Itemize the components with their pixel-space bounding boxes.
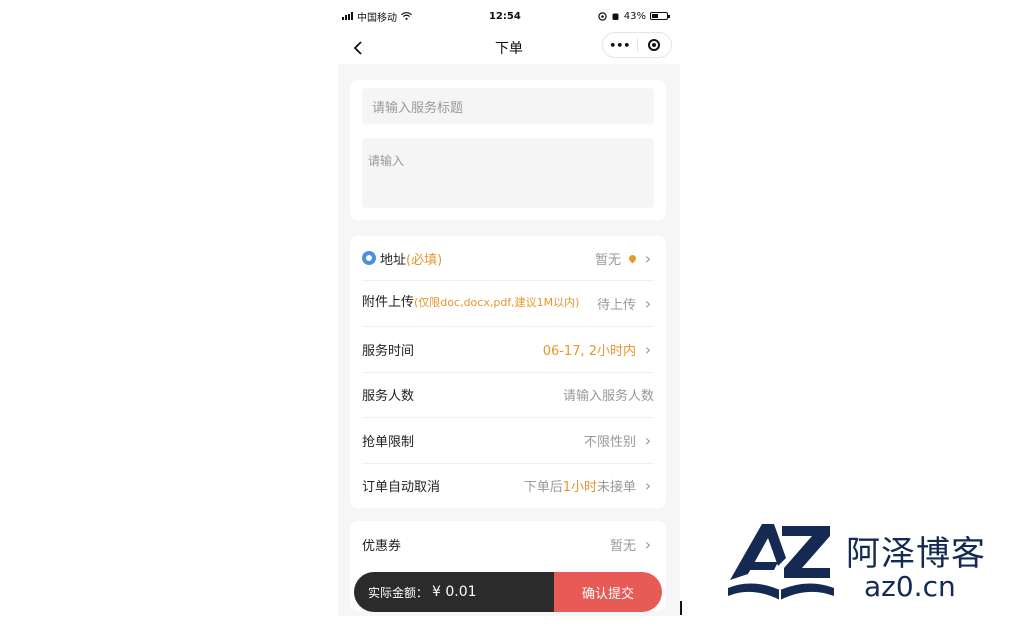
people-label: 服务人数 xyxy=(362,389,415,404)
amount-label: 实际金额： xyxy=(368,585,429,600)
attachment-label: 附件上传 xyxy=(362,295,415,310)
more-button[interactable]: ••• xyxy=(603,33,637,57)
map-pin-icon xyxy=(627,253,638,263)
service-time-value-group: 06-17, 2小时内 › xyxy=(543,340,654,359)
attachment-label-group: 附件上传(仅限doc,docx,pdf,建议1M以内) xyxy=(362,294,579,312)
grab-limit-value-group: 不限性别 › xyxy=(584,431,654,450)
target-icon xyxy=(648,39,661,51)
coupon-label: 优惠券 xyxy=(362,538,402,554)
status-time: 12:54 xyxy=(488,10,521,22)
battery-icon xyxy=(649,12,670,20)
close-mini-program-button[interactable] xyxy=(638,33,672,57)
amount-area: 实际金额： ¥ 0.01 xyxy=(354,572,554,612)
chevron-right-icon: › xyxy=(644,339,652,359)
watermark-url: az0.cn xyxy=(864,570,956,603)
people-input[interactable]: 请输入服务人数 xyxy=(563,385,654,404)
alarm-icon xyxy=(612,13,619,20)
chevron-right-icon: › xyxy=(644,248,652,268)
watermark-name: 阿泽博客 xyxy=(846,534,986,574)
amount-value: ¥ 0.01 xyxy=(432,584,477,600)
carrier-name: 中国移动 xyxy=(357,12,397,24)
chevron-right-icon: › xyxy=(644,293,652,313)
location-status-icon xyxy=(598,11,607,21)
auto-cancel-row[interactable]: 订单自动取消 下单后1小时未接单 › xyxy=(362,463,654,508)
checkout-bar: 实际金额： ¥ 0.01 确认提交 xyxy=(354,572,662,612)
attachment-row[interactable]: 附件上传(仅限doc,docx,pdf,建议1M以内) 待上传 › xyxy=(362,280,654,327)
phone-screen: 中国移动 12:54 43% 下单 ••• 请输入服务标题 请输入 地址 (必填… xyxy=(338,0,680,616)
submit-button[interactable]: 确认提交 xyxy=(554,572,662,612)
more-dots-icon: ••• xyxy=(609,38,631,52)
chevron-right-icon: › xyxy=(644,476,652,495)
service-time-value: 06-17, 2小时内 xyxy=(542,343,636,359)
grab-limit-row[interactable]: 抢单限制 不限性别 › xyxy=(362,417,654,464)
coupon-value-group: 暂无 › xyxy=(610,535,654,554)
attachment-value: 待上传 xyxy=(596,297,636,313)
auto-cancel-value: 下单后1小时未接单 xyxy=(524,476,636,495)
watermark-logo: 阿泽博客 az0.cn xyxy=(722,518,1002,610)
grab-limit-label: 抢单限制 xyxy=(362,434,415,450)
text-cursor xyxy=(680,601,682,615)
location-pin-icon xyxy=(362,251,376,265)
chevron-left-icon xyxy=(353,41,362,55)
auto-cancel-value-group: 下单后1小时未接单 › xyxy=(524,476,654,495)
service-time-row[interactable]: 服务时间 06-17, 2小时内 › xyxy=(362,326,654,373)
auto-cancel-prefix: 下单后 xyxy=(523,480,563,495)
chevron-right-icon: › xyxy=(644,534,652,554)
status-right: 43% xyxy=(598,10,670,22)
service-info-card: 请输入服务标题 请输入 xyxy=(350,80,666,220)
back-button[interactable] xyxy=(346,36,370,60)
page-title: 下单 xyxy=(495,41,523,57)
signal-icon xyxy=(342,12,353,20)
auto-cancel-suffix: 未接单 xyxy=(596,480,636,495)
battery-level-fill xyxy=(651,14,658,18)
attachment-hint: (仅限doc,docx,pdf,建议1M以内) xyxy=(414,296,580,309)
address-row[interactable]: 地址 (必填) 暂无 › xyxy=(362,236,654,281)
battery-percent: 43% xyxy=(623,10,646,22)
az-logo-icon xyxy=(728,524,834,604)
service-description-input[interactable]: 请输入 xyxy=(362,138,654,208)
mini-program-capsule: ••• xyxy=(602,32,672,58)
status-left: 中国移动 xyxy=(342,9,412,24)
coupon-value: 暂无 xyxy=(609,538,636,554)
service-time-label: 服务时间 xyxy=(362,343,415,359)
people-row: 服务人数 请输入服务人数 xyxy=(362,372,654,418)
auto-cancel-label: 订单自动取消 xyxy=(362,480,441,495)
nav-bar: 下单 ••• xyxy=(338,32,680,64)
wifi-icon xyxy=(401,12,412,20)
required-hint: (必填) xyxy=(406,252,443,268)
screen: 中国移动 12:54 43% 下单 ••• 请输入服务标题 请输入 地址 (必填… xyxy=(0,0,1024,632)
coupon-row[interactable]: 优惠券 暂无 › xyxy=(362,521,654,567)
auto-cancel-highlight: 1小时 xyxy=(562,480,597,495)
address-label: 地址 xyxy=(380,252,407,268)
grab-limit-value: 不限性别 xyxy=(583,434,636,450)
address-value: 暂无 xyxy=(594,252,621,268)
attachment-value-group: 待上传 › xyxy=(597,294,654,313)
service-title-input[interactable]: 请输入服务标题 xyxy=(362,88,654,124)
chevron-right-icon: › xyxy=(644,430,652,450)
address-value-group: 暂无 › xyxy=(595,249,654,268)
address-label-group: 地址 (必填) xyxy=(362,249,442,268)
status-bar: 中国移动 12:54 43% xyxy=(338,0,680,32)
order-options-card: 地址 (必填) 暂无 › 附件上传(仅限doc,docx,pdf,建议1M以内) … xyxy=(350,236,666,508)
